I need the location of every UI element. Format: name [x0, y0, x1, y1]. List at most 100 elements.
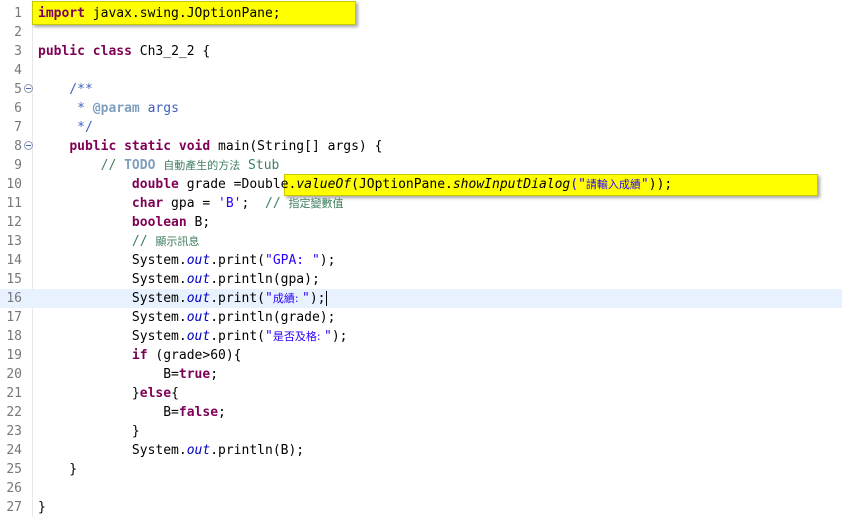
line-number: 5 [14, 82, 22, 97]
code-token: System. [38, 253, 187, 268]
code-token: Double. [241, 177, 297, 192]
code-token: System. [38, 443, 187, 458]
code-line[interactable]: 21 }else{ [0, 384, 842, 403]
code-token: " [265, 291, 273, 306]
code-token: .print( [210, 253, 265, 268]
code-line[interactable]: 23 } [0, 422, 842, 441]
code-token: out [186, 272, 211, 287]
code-token: } [38, 386, 140, 401]
line-number: 11 [6, 196, 22, 211]
line-number: 23 [6, 424, 22, 439]
code-token: out [186, 253, 211, 268]
code-token: B= [38, 405, 179, 420]
code-text: */ [38, 118, 93, 137]
code-text: B=true; [38, 365, 218, 384]
code-token: 指定變數值 [288, 197, 344, 210]
code-line[interactable]: 12 boolean B; [0, 213, 842, 232]
code-line[interactable]: 19 if (grade>60){ [0, 346, 842, 365]
code-token: Stub [240, 158, 280, 173]
code-line[interactable]: 27} [0, 498, 842, 517]
text-cursor [325, 291, 327, 306]
code-line[interactable]: 15 System.out.println(gpa); [0, 270, 842, 289]
code-token: true [178, 367, 211, 382]
fold-collapse-icon[interactable] [24, 141, 33, 150]
code-line[interactable]: 25 } [0, 460, 842, 479]
code-text: } [38, 498, 46, 517]
code-token: ; [241, 196, 265, 211]
code-token: B= [38, 367, 179, 382]
code-line[interactable]: 7 */ [0, 118, 842, 137]
line-number: 14 [6, 253, 22, 268]
code-token: .println(B); [210, 443, 305, 458]
code-token: boolean [131, 215, 187, 230]
code-line[interactable]: 20 B=true; [0, 365, 842, 384]
code-token: public [69, 139, 117, 154]
code-token: 請輸入成績 [585, 178, 641, 191]
fold-collapse-icon[interactable] [24, 84, 33, 93]
code-line[interactable]: 17 System.out.println(grade); [0, 308, 842, 327]
code-line[interactable]: 8 public static void main(String[] args)… [0, 137, 842, 156]
code-token: args [139, 101, 179, 116]
code-line-current[interactable]: 16 System.out.print("成績: "); [0, 289, 842, 308]
code-token: B; [186, 215, 211, 230]
code-token: @param [92, 101, 140, 116]
code-token: grade = [178, 177, 242, 192]
code-token: 'B' [218, 196, 242, 211]
line-number: 20 [6, 367, 22, 382]
code-line[interactable]: 9 // TODO 自動產生的方法 Stub [0, 156, 842, 175]
code-token: System. [38, 272, 187, 287]
code-token: .print( [210, 329, 265, 344]
line-number: 21 [6, 386, 22, 401]
code-token: System. [38, 329, 187, 344]
code-token: 成績: [272, 292, 303, 305]
code-line[interactable]: 6 * @param args [0, 99, 842, 118]
code-token: out [186, 291, 211, 306]
code-line[interactable]: 2 [0, 23, 842, 42]
code-text: System.out.print("成績: "); [38, 289, 327, 308]
code-token: 是否及格: [272, 330, 325, 343]
code-token: .print( [210, 291, 265, 306]
line-number: 4 [14, 63, 22, 78]
code-text: // TODO 自動產生的方法 Stub [38, 156, 280, 175]
code-line[interactable]: 13 // 顯示訊息 [0, 232, 842, 251]
code-token: .println(gpa); [210, 272, 320, 287]
code-token: out [186, 329, 211, 344]
code-line[interactable]: 11 char gpa = 'B'; // 指定變數值 [0, 194, 842, 213]
code-text: System.out.println(grade); [38, 308, 336, 327]
code-text: } [38, 422, 140, 441]
code-text: } [38, 460, 77, 479]
code-line[interactable]: 1 import javax.swing.JOptionPane; [0, 4, 842, 23]
code-token: ); [309, 291, 326, 306]
code-line[interactable]: 4 [0, 61, 842, 80]
code-token: // [265, 196, 289, 211]
line-number: 3 [14, 44, 22, 59]
code-line[interactable]: 14 System.out.print("GPA: "); [0, 251, 842, 270]
code-line[interactable]: 3 public class Ch3_2_2 { [0, 42, 842, 61]
code-text: System.out.print("是否及格: "); [38, 327, 348, 346]
code-token: ); [331, 329, 348, 344]
code-line[interactable]: 22 B=false; [0, 403, 842, 422]
code-line[interactable]: 18 System.out.print("是否及格: "); [0, 327, 842, 346]
code-token: double [131, 177, 179, 192]
code-token: System. [38, 310, 187, 325]
code-token: out [186, 310, 211, 325]
code-token: " [640, 177, 649, 192]
code-line[interactable]: 5 /** [0, 80, 842, 99]
code-token: class [92, 44, 132, 59]
code-editor[interactable]: 1 import javax.swing.JOptionPane; 2 3 public… [0, 0, 842, 517]
code-text: /** [38, 80, 93, 99]
code-line[interactable]: 24 System.out.println(B); [0, 441, 842, 460]
code-line[interactable]: 26 [0, 479, 842, 498]
code-token: main(String[] args) { [210, 139, 383, 154]
code-token: showInputDialog [452, 177, 571, 192]
code-token: Ch3_2_2 { [131, 44, 211, 59]
code-token: System. [38, 291, 187, 306]
code-line[interactable]: 10 double grade =Double.valueOf(JOptionP… [0, 175, 842, 194]
code-token: " [265, 329, 273, 344]
code-token: (grade>60){ [147, 348, 242, 363]
code-token: " [302, 291, 310, 306]
line-number: 12 [6, 215, 22, 230]
line-number: 25 [6, 462, 22, 477]
